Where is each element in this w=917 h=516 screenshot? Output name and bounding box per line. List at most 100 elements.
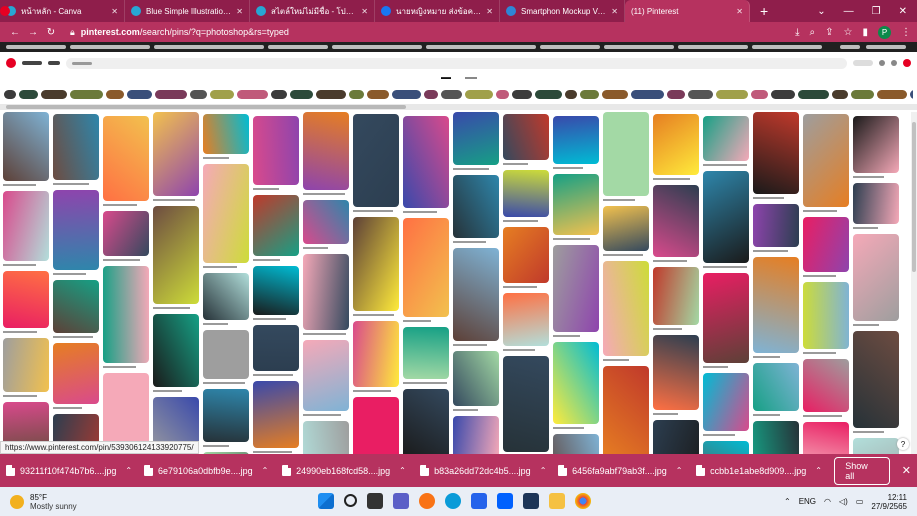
chevron-up-icon[interactable]: ⌃ (540, 466, 547, 475)
pin-image[interactable] (153, 206, 199, 304)
download-item[interactable]: 6456fa9abf79ab3f....jpg ⌃ (558, 465, 696, 476)
pin-image[interactable] (203, 114, 249, 154)
pin-image[interactable] (303, 421, 349, 454)
bookmark-item[interactable] (840, 45, 860, 49)
topic-chip[interactable] (210, 90, 234, 99)
topic-chip[interactable] (535, 90, 562, 99)
pin-image[interactable] (853, 183, 899, 224)
pin-image[interactable] (853, 331, 899, 428)
pin-image[interactable] (153, 314, 199, 387)
topic-chip[interactable] (349, 90, 364, 99)
volume-icon[interactable]: ◁) (839, 497, 848, 506)
pin-image[interactable] (103, 116, 149, 201)
download-item[interactable]: 24990eb168fcd58....jpg ⌃ (282, 465, 420, 476)
pin-image[interactable] (753, 363, 799, 411)
app-icon[interactable] (523, 493, 539, 509)
tab-smartphone-mockup[interactable]: Smartphon Mockup Vector ✕ (500, 0, 625, 22)
chevron-up-icon[interactable]: ⌃ (676, 466, 683, 475)
pin-image[interactable] (203, 273, 249, 320)
bookmark-star-icon[interactable]: ☆ (844, 27, 853, 38)
bookmark-item[interactable] (866, 45, 906, 49)
share-icon[interactable]: ⇪ (825, 27, 833, 38)
pin-image[interactable] (653, 114, 699, 175)
profile-avatar[interactable]: P (878, 25, 891, 39)
pin-image[interactable] (3, 271, 49, 328)
pin-image[interactable] (203, 330, 249, 379)
topic-chip[interactable] (851, 90, 874, 99)
topic-chip[interactable] (155, 90, 187, 99)
pin-image[interactable] (803, 114, 849, 207)
pin-image[interactable] (303, 112, 349, 190)
pin-image[interactable] (853, 116, 899, 173)
chevron-up-icon[interactable]: ⌃ (399, 466, 406, 475)
topic-chip[interactable] (424, 90, 438, 99)
pinterest-logo-icon[interactable] (6, 58, 16, 68)
input-language[interactable]: ENG (799, 497, 816, 506)
pin-image[interactable] (253, 266, 299, 315)
pin-image[interactable] (303, 200, 349, 244)
side-panel-icon[interactable]: ▮ (862, 27, 868, 38)
topic-chip[interactable] (580, 90, 599, 99)
page-scrollbar-thumb[interactable] (912, 122, 916, 272)
close-tab-icon[interactable]: ✕ (111, 7, 118, 16)
pin-image[interactable] (553, 342, 599, 424)
topic-chip[interactable] (877, 90, 907, 99)
zoom-icon[interactable]: ⌕ (810, 27, 816, 38)
install-icon[interactable]: ⤓ (795, 27, 799, 38)
pin-image[interactable] (453, 112, 499, 165)
pin-image[interactable] (253, 195, 299, 256)
bookmark-item[interactable] (6, 45, 66, 49)
user-avatar[interactable] (903, 59, 911, 67)
pin-image[interactable] (403, 116, 449, 208)
pin-image[interactable] (103, 211, 149, 256)
chip-scrollbar[interactable] (0, 104, 917, 110)
pin-image[interactable] (503, 356, 549, 452)
menu-kebab-icon[interactable]: ⋮ (901, 27, 911, 38)
restore-icon[interactable]: ❐ (872, 6, 881, 17)
pin-image[interactable] (653, 185, 699, 257)
teams-chat-icon[interactable] (393, 493, 409, 509)
tab-facebook[interactable]: นายหญิงหมาย ส่งข้อความถึงคุณ ✕ (375, 0, 500, 22)
topic-chip[interactable] (271, 90, 287, 99)
chevron-up-icon[interactable]: ⌃ (815, 466, 822, 475)
pin-image[interactable] (803, 217, 849, 272)
pin-image[interactable] (303, 340, 349, 411)
pin-image[interactable] (603, 366, 649, 454)
pin-image[interactable] (3, 338, 49, 392)
chrome-icon[interactable] (575, 493, 591, 509)
topic-chip[interactable] (4, 90, 16, 99)
pin-image[interactable] (503, 227, 549, 283)
pin-image[interactable] (203, 164, 249, 263)
bookmark-item[interactable] (678, 45, 748, 49)
topic-chip[interactable] (798, 90, 829, 99)
message-icon[interactable] (891, 60, 897, 66)
tab-pinterest[interactable]: (11) Pinterest ✕ (0, 0, 750, 22)
pin-image[interactable] (203, 389, 249, 442)
minimize-icon[interactable]: — (844, 6, 854, 17)
topic-chip[interactable] (910, 90, 913, 99)
pin-image[interactable] (453, 416, 499, 454)
pin-image[interactable] (403, 389, 449, 454)
page-scrollbar[interactable] (911, 112, 917, 454)
pin-image[interactable] (803, 282, 849, 349)
tab-search-icon[interactable]: ⌄ (817, 6, 825, 17)
edge-icon[interactable] (445, 493, 461, 509)
pin-image[interactable] (553, 434, 599, 454)
pin-image[interactable] (353, 397, 399, 454)
pin-image[interactable] (653, 267, 699, 325)
pin-image[interactable] (553, 116, 599, 164)
pin-image[interactable] (703, 441, 749, 454)
pin-image[interactable] (53, 114, 99, 180)
topic-chip[interactable] (751, 90, 768, 99)
pin-image[interactable] (503, 114, 549, 160)
battery-icon[interactable]: ▭ (856, 497, 864, 506)
topic-chip[interactable] (496, 90, 509, 99)
pin-image[interactable] (803, 422, 849, 454)
pin-image[interactable] (153, 112, 199, 196)
download-item[interactable]: 6e79106a0dbfb9e....jpg ⌃ (144, 465, 282, 476)
account-chip[interactable] (853, 60, 873, 66)
topic-chip[interactable] (565, 90, 577, 99)
topic-chip[interactable] (688, 90, 713, 99)
wifi-icon[interactable]: ◠ (824, 497, 831, 506)
pin-image[interactable] (453, 175, 499, 238)
